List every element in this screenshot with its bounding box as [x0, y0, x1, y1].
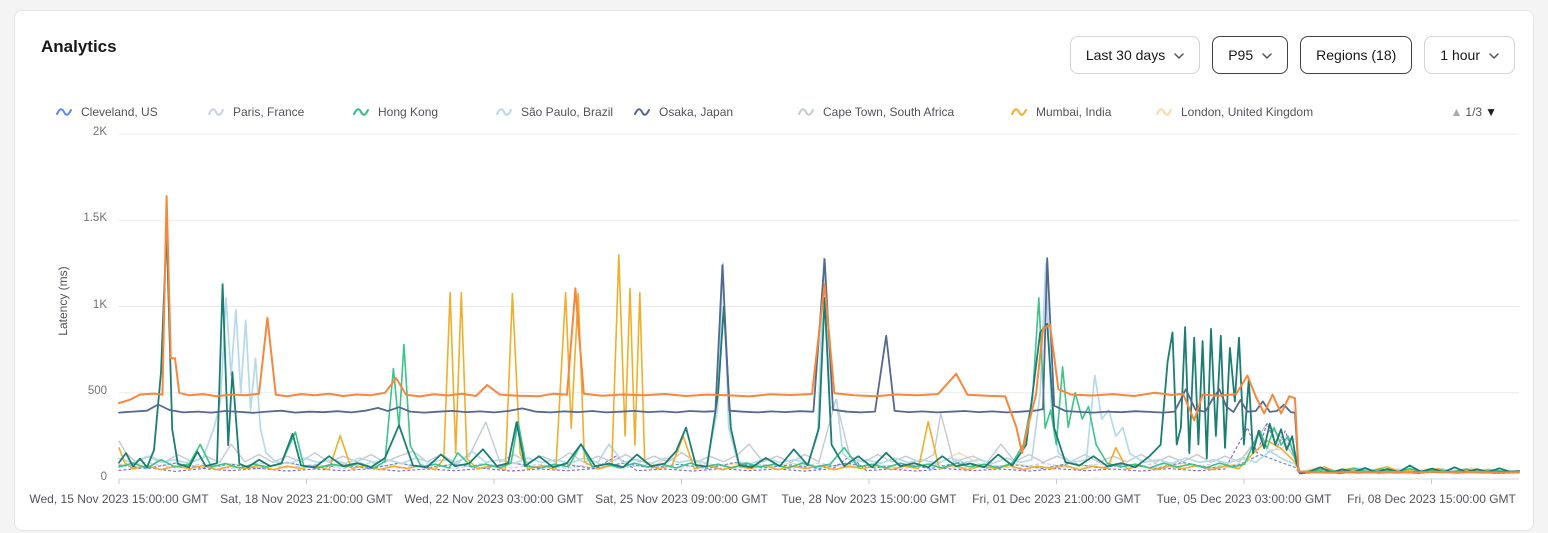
x-tick-label: Wed, 22 Nov 2023 03:00:00 GMT	[394, 492, 594, 506]
series-wave-icon	[798, 106, 814, 118]
series-line-mumbai-india	[119, 255, 1519, 473]
series-wave-icon	[496, 106, 512, 118]
legend-item-hong-kong[interactable]: Hong Kong	[353, 105, 438, 119]
legend-label: Cleveland, US	[81, 105, 158, 119]
y-tick-label: 0	[15, 471, 107, 483]
legend-label: London, United Kingdom	[1181, 105, 1313, 119]
series-wave-icon	[1011, 106, 1027, 118]
regions-button[interactable]: Regions (18)	[1300, 36, 1412, 74]
series-wave-icon	[56, 106, 72, 118]
x-tick-label: Fri, 01 Dec 2023 21:00:00 GMT	[957, 492, 1157, 506]
x-tick-label: Tue, 28 Nov 2023 15:00:00 GMT	[769, 492, 969, 506]
legend-page-indicator: 1/3	[1465, 105, 1482, 119]
analytics-card: Analytics Last 30 days P95 Regions (18) …	[14, 10, 1534, 531]
legend-page-up-icon[interactable]: ▲	[1451, 105, 1463, 119]
series-line-unlabeled-teal	[119, 229, 1519, 473]
timerange-dropdown[interactable]: Last 30 days	[1070, 36, 1200, 74]
legend-label: Paris, France	[233, 105, 304, 119]
legend-label: Hong Kong	[378, 105, 438, 119]
analytics-page: Analytics Last 30 days P95 Regions (18) …	[0, 0, 1548, 533]
page-title: Analytics	[41, 37, 117, 57]
timerange-label: Last 30 days	[1086, 47, 1165, 63]
chart-legend: Cleveland, US Paris, France Hong Kong Sã…	[15, 105, 1535, 125]
x-tick-label: Fri, 08 Dec 2023 15:00:00 GMT	[1332, 492, 1532, 506]
latency-chart-plot[interactable]	[119, 134, 1519, 486]
chevron-down-icon	[1262, 53, 1272, 59]
percentile-dropdown[interactable]: P95	[1212, 36, 1288, 74]
chevron-down-icon	[1174, 53, 1184, 59]
y-tick-label: 2K	[15, 126, 107, 138]
legend-item-mumbai-india[interactable]: Mumbai, India	[1011, 105, 1111, 119]
series-wave-icon	[634, 106, 650, 118]
legend-label: Cape Town, South Africa	[823, 105, 954, 119]
x-tick-label: Sat, 18 Nov 2023 21:00:00 GMT	[207, 492, 407, 506]
x-tick-label: Wed, 15 Nov 2023 15:00:00 GMT	[19, 492, 219, 506]
legend-item-paris-france[interactable]: Paris, France	[208, 105, 304, 119]
x-tick-label: Tue, 05 Dec 2023 03:00:00 GMT	[1144, 492, 1344, 506]
y-tick-label: 1.5K	[15, 212, 107, 224]
series-line-osaka-japan	[119, 258, 1519, 472]
legend-label: Osaka, Japan	[659, 105, 733, 119]
legend-label: São Paulo, Brazil	[521, 105, 613, 119]
regions-label: Regions (18)	[1316, 47, 1396, 63]
x-tick-label: Sat, 25 Nov 2023 09:00:00 GMT	[582, 492, 782, 506]
legend-page-down-icon[interactable]: ▼	[1485, 105, 1497, 119]
y-tick-label: 500	[15, 385, 107, 397]
filter-toolbar: Last 30 days P95 Regions (18) 1 hour	[1070, 36, 1515, 74]
legend-item-cape-town-south-africa[interactable]: Cape Town, South Africa	[798, 105, 954, 119]
legend-pager: ▲ 1/3 ▼	[1451, 105, 1497, 119]
chevron-down-icon	[1489, 53, 1499, 59]
percentile-label: P95	[1228, 47, 1253, 63]
legend-item-sao-paulo-brazil[interactable]: São Paulo, Brazil	[496, 105, 613, 119]
series-wave-icon	[353, 106, 369, 118]
series-line-sao-paulo-brazil	[119, 258, 1519, 472]
legend-label: Mumbai, India	[1036, 105, 1111, 119]
series-wave-icon	[208, 106, 224, 118]
series-line-unlabeled-orange	[119, 196, 1519, 473]
legend-item-cleveland-us[interactable]: Cleveland, US	[56, 105, 158, 119]
legend-item-osaka-japan[interactable]: Osaka, Japan	[634, 105, 733, 119]
interval-dropdown[interactable]: 1 hour	[1424, 36, 1515, 74]
y-tick-label: 1K	[15, 299, 107, 311]
series-wave-icon	[1156, 106, 1172, 118]
interval-label: 1 hour	[1440, 47, 1480, 63]
legend-item-london-united-kingdom[interactable]: London, United Kingdom	[1156, 105, 1313, 119]
